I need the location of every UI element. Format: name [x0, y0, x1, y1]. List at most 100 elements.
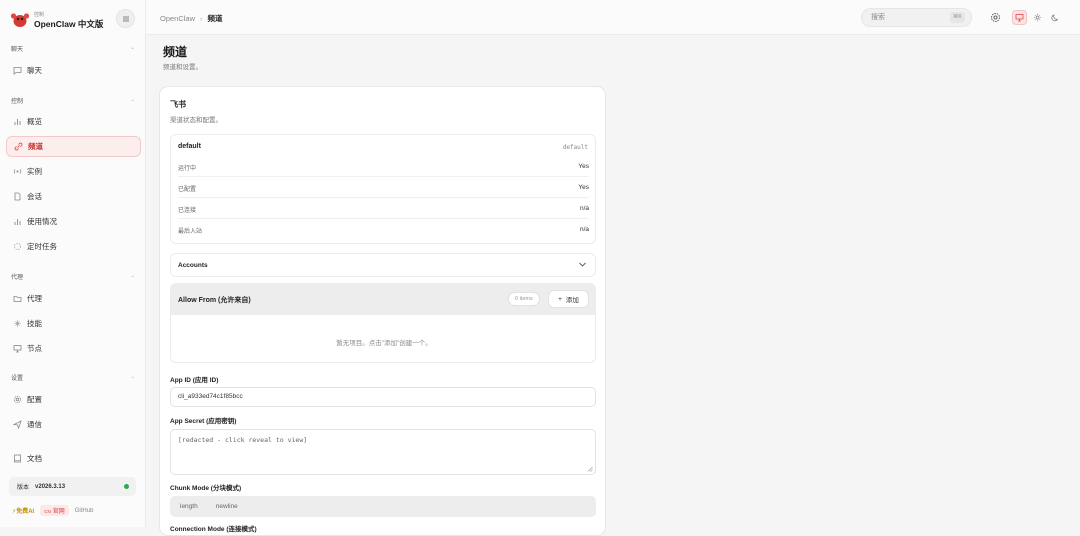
- page-subtitle: 频道和设置。: [163, 64, 202, 71]
- section-control[interactable]: 控制 ⌄: [11, 96, 135, 108]
- section-label: 聊天: [11, 47, 24, 53]
- lobster-logo-icon: [10, 13, 30, 27]
- send-icon: [12, 420, 22, 430]
- allow-from-label: Allow From (允许来自): [178, 297, 251, 304]
- sidebar-item-agents[interactable]: 代理: [6, 288, 141, 309]
- version-value: v2026.3.13: [35, 483, 66, 490]
- sidebar-item-label: 通信: [27, 420, 42, 429]
- section-chat[interactable]: 聊天 ⌄: [11, 44, 135, 56]
- topbar: OpenClaw › 频道 搜索 ⌘K: [146, 0, 1080, 35]
- app-secret-label: App Secret (应用密钥): [170, 418, 237, 425]
- document-icon: [12, 192, 22, 202]
- chunk-option-newline[interactable]: newline: [216, 503, 238, 510]
- sidebar-item-cron[interactable]: 定时任务: [6, 236, 141, 257]
- theme-system-button[interactable]: [1012, 10, 1027, 25]
- brand-name: OpenClaw 中文版: [34, 19, 104, 29]
- chat-icon: [12, 66, 22, 76]
- gear-icon: [990, 12, 1000, 22]
- add-item-button[interactable]: + 添加: [548, 290, 589, 308]
- settings-gear-button[interactable]: [988, 10, 1002, 24]
- status-row-configured: 已配置 Yes: [178, 178, 589, 198]
- breadcrumb-current: 频道: [207, 14, 223, 23]
- account-status-box: default default 运行中 Yes 已配置 Yes 已连接 n/a …: [170, 134, 596, 244]
- chevron-down-icon: ⌄: [129, 97, 135, 103]
- account-name: default: [178, 143, 201, 150]
- allow-from-section: Allow From (允许来自) 0 items + 添加 暂无项目。点击"添…: [170, 283, 596, 363]
- chevron-down-icon: ⌄: [129, 273, 135, 279]
- sidebar-item-skills[interactable]: 技能: [6, 313, 141, 334]
- add-label: 添加: [565, 297, 579, 304]
- sparkle-icon: [12, 319, 22, 329]
- sidebar-item-label: 聊天: [27, 66, 42, 75]
- status-key: 已连接: [178, 208, 197, 214]
- link-icon: [13, 142, 23, 152]
- sidebar-item-nodes[interactable]: 节点: [6, 338, 141, 359]
- status-key: 运行中: [178, 166, 197, 172]
- official-site-link[interactable]: CN 官网: [40, 505, 69, 516]
- status-row-last-inbound: 最后入站 n/a: [178, 220, 589, 240]
- accounts-label: Accounts: [178, 262, 208, 269]
- status-value: Yes: [578, 184, 589, 191]
- theme-light-button[interactable]: [1030, 10, 1045, 25]
- folder-icon: [12, 294, 22, 304]
- items-count-badge: 0 items: [508, 292, 540, 306]
- app-id-label: App ID (应用 ID): [170, 377, 219, 384]
- status-dot: [124, 484, 129, 489]
- status-key: 已配置: [178, 187, 197, 193]
- app-secret-textarea[interactable]: [redacted - click reveal to view]: [170, 429, 596, 475]
- monitor-icon: [1015, 14, 1024, 22]
- section-settings[interactable]: 设置 ⌄: [11, 373, 135, 385]
- free-ai-link[interactable]: ⚡免费AI: [12, 506, 34, 515]
- connection-mode-label: Connection Mode (连接模式): [170, 526, 257, 533]
- empty-state-text: 暂无项目。点击"添加"创建一个。: [336, 340, 432, 347]
- book-icon: [12, 454, 22, 464]
- allow-from-header: Allow From (允许来自) 0 items + 添加: [171, 284, 595, 315]
- site-prefix: CN: [44, 509, 51, 514]
- section-label: 代理: [11, 275, 24, 281]
- sidebar-item-chat[interactable]: 聊天: [6, 60, 141, 81]
- card-title: 飞书: [170, 100, 186, 109]
- sidebar-item-docs[interactable]: 文档: [6, 448, 141, 469]
- card-subtitle: 渠道状态和配置。: [170, 117, 222, 124]
- monitor-icon: [12, 344, 22, 354]
- status-value: Yes: [578, 163, 589, 170]
- sidebar-item-channels[interactable]: 频道: [6, 136, 141, 157]
- collapse-sidebar-button[interactable]: [116, 9, 135, 28]
- version-box: 版本 v2026.3.13: [9, 477, 136, 496]
- sidebar-item-label: 技能: [27, 319, 42, 328]
- sidebar-item-config[interactable]: 配置: [6, 389, 141, 410]
- breadcrumb-root[interactable]: OpenClaw: [160, 14, 195, 23]
- chevron-down-icon: ⌄: [129, 374, 135, 380]
- app-id-input[interactable]: cli_a933ed74c1f85bcc: [170, 387, 596, 407]
- status-row-running: 运行中 Yes: [178, 157, 589, 177]
- theme-dark-button[interactable]: [1048, 10, 1063, 25]
- loader-icon: [12, 242, 22, 252]
- sidebar-item-label: 定时任务: [27, 242, 57, 251]
- accounts-collapsible[interactable]: Accounts: [170, 253, 596, 277]
- status-row-connected: 已连接 n/a: [178, 199, 589, 219]
- sidebar-item-label: 频道: [28, 142, 43, 151]
- sidebar-item-sessions[interactable]: 会话: [6, 186, 141, 207]
- sidebar-item-label: 使用情况: [27, 217, 57, 226]
- sidebar-item-comms[interactable]: 通信: [6, 414, 141, 435]
- chunk-mode-selector: length newline: [170, 496, 596, 517]
- brand-caption: 控制: [34, 12, 45, 18]
- chunk-option-length[interactable]: length: [180, 503, 198, 510]
- section-agents[interactable]: 代理 ⌄: [11, 272, 135, 284]
- bar-chart-icon: [12, 117, 22, 127]
- sidebar-item-label: 代理: [27, 294, 42, 303]
- sidebar-item-instances[interactable]: 实例: [6, 161, 141, 182]
- search-shortcut: ⌘K: [949, 12, 965, 23]
- plus-icon: +: [558, 295, 562, 303]
- account-id: default: [562, 144, 588, 151]
- sidebar-item-usage[interactable]: 使用情况: [6, 211, 141, 232]
- sidebar-item-label: 概览: [27, 117, 42, 126]
- sidebar-item-label: 文档: [27, 454, 42, 463]
- breadcrumb-separator: ›: [200, 14, 203, 23]
- resize-handle-icon[interactable]: [587, 466, 593, 472]
- theme-switcher: [1010, 8, 1064, 27]
- github-link[interactable]: GitHub: [75, 508, 94, 514]
- search-input[interactable]: 搜索 ⌘K: [861, 8, 972, 27]
- sidebar-item-overview[interactable]: 概览: [6, 111, 141, 132]
- section-label: 控制: [11, 99, 24, 105]
